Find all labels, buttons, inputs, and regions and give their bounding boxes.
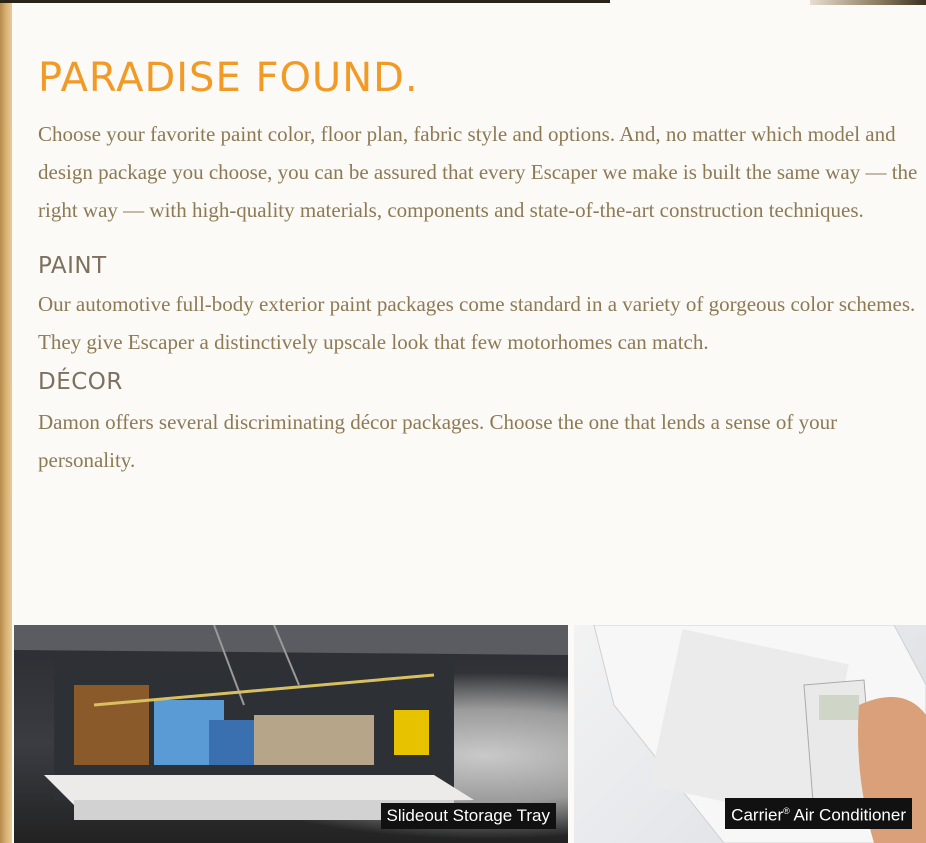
intro-paragraph: Choose your favorite paint color, floor … (38, 122, 918, 222)
decorative-wood-strip (0, 0, 12, 843)
air-conditioner-caption: Carrier® Air Conditioner (725, 798, 912, 829)
page-title: PARADISE FOUND. (38, 55, 419, 101)
paint-heading: PAINT (38, 253, 107, 279)
top-right-photo-edge (810, 0, 926, 5)
brochure-text: PARADISE FOUND. Choose your favorite pai… (38, 55, 918, 479)
registered-mark: ® (783, 806, 790, 817)
air-conditioner-photo: Carrier® Air Conditioner (574, 625, 926, 843)
storage-tray-caption: Slideout Storage Tray (380, 803, 556, 829)
decor-paragraph: Damon offers several discriminating déco… (38, 410, 838, 472)
paint-paragraph: Our automotive full-body exterior paint … (38, 292, 916, 354)
decor-heading: DÉCOR (38, 369, 123, 395)
top-photo-edge (0, 0, 610, 3)
storage-tray-photo: Slideout Storage Tray (14, 625, 568, 843)
air-conditioner-label: Air Conditioner (789, 806, 906, 825)
carrier-brand: Carrier (731, 806, 784, 825)
